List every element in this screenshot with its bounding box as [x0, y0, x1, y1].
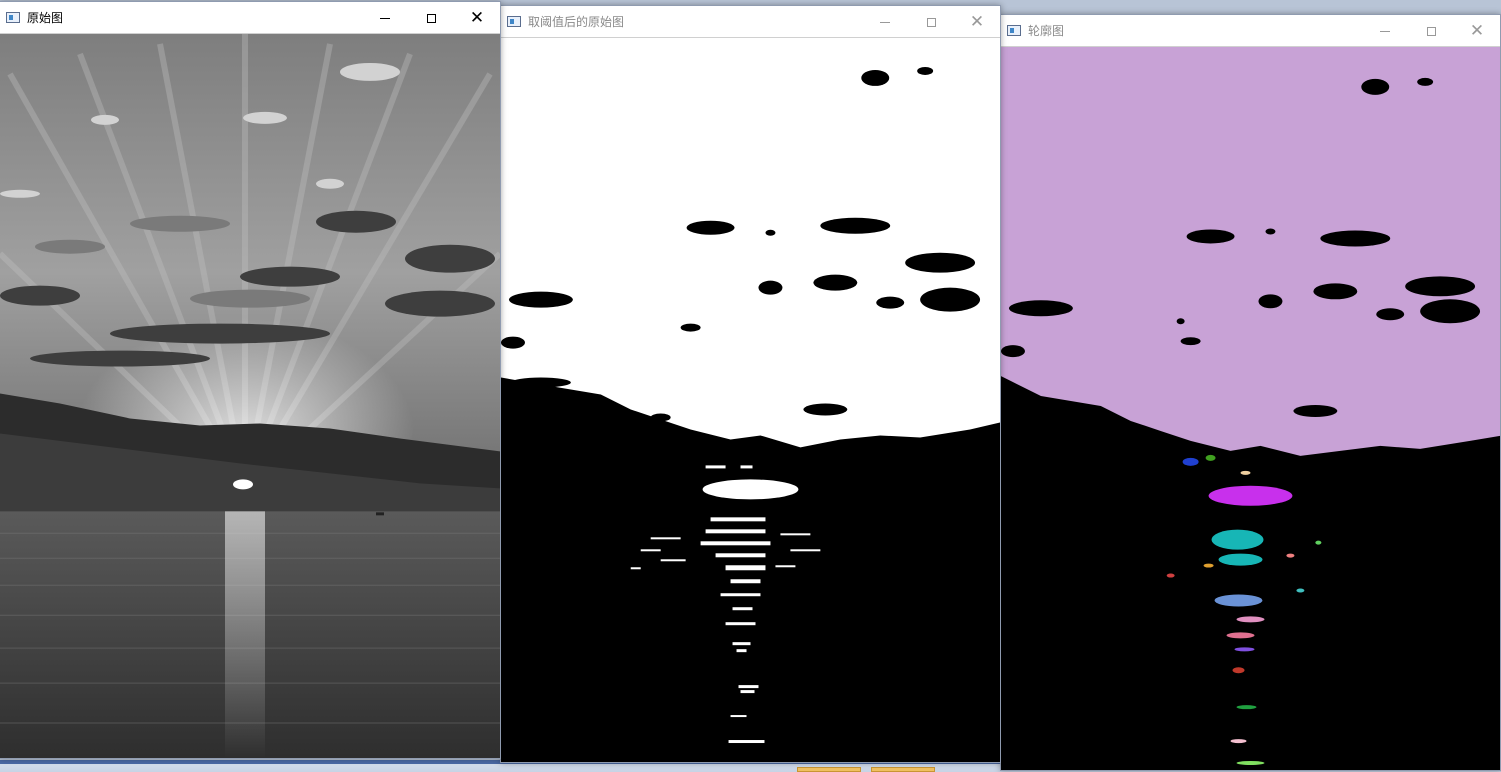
minimize-icon	[880, 21, 890, 23]
app-window-icon	[6, 12, 20, 23]
title-bar[interactable]: 取阈值后的原始图 ✕	[501, 6, 1000, 38]
minimize-icon	[1380, 30, 1390, 32]
threshold-window[interactable]: 取阈值后的原始图 ✕	[500, 5, 1001, 763]
maximize-button[interactable]	[1408, 15, 1454, 47]
minimize-button[interactable]	[1362, 15, 1408, 47]
maximize-button[interactable]	[908, 6, 954, 38]
window-title: 原始图	[27, 11, 64, 25]
taskbar-button[interactable]	[871, 767, 935, 772]
threshold-image	[501, 38, 1000, 762]
taskbar-button[interactable]	[797, 767, 861, 772]
close-button[interactable]: ✕	[1454, 15, 1500, 47]
original-window[interactable]: 原始图 ✕	[0, 1, 501, 759]
contour-window[interactable]: 轮廓图 ✕	[1000, 14, 1501, 771]
close-button[interactable]: ✕	[954, 6, 1000, 38]
minimize-button[interactable]	[362, 2, 408, 34]
close-icon: ✕	[1469, 20, 1485, 41]
title-bar[interactable]: 轮廓图 ✕	[1001, 15, 1500, 47]
maximize-button[interactable]	[408, 2, 454, 34]
maximize-icon	[426, 13, 436, 23]
close-button[interactable]: ✕	[454, 2, 500, 34]
maximize-icon	[1426, 26, 1436, 36]
original-image	[0, 34, 500, 758]
window-title: 取阈值后的原始图	[528, 15, 625, 29]
close-icon: ✕	[969, 11, 985, 32]
minimize-icon	[380, 17, 390, 19]
maximize-icon	[926, 17, 936, 27]
contour-image	[1001, 47, 1500, 770]
close-icon: ✕	[469, 7, 485, 28]
minimize-button[interactable]	[862, 6, 908, 38]
window-title: 轮廓图	[1028, 24, 1065, 38]
app-window-icon	[1007, 25, 1021, 36]
title-bar[interactable]: 原始图 ✕	[0, 2, 500, 34]
app-window-icon	[507, 16, 521, 27]
